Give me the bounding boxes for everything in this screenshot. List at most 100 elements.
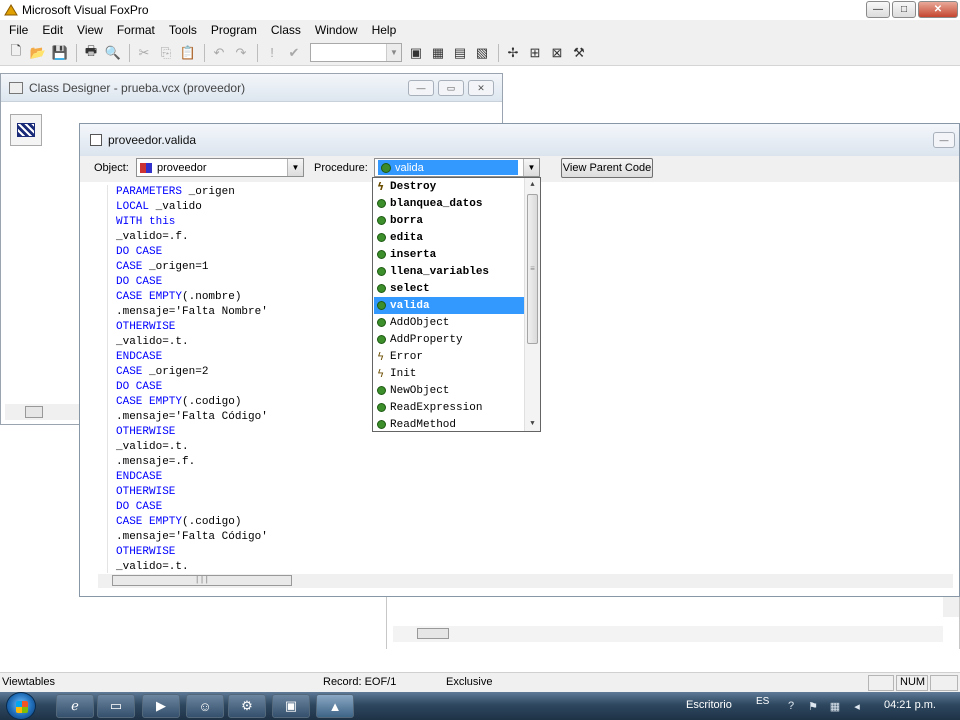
code-line[interactable]: LOCAL _valido bbox=[116, 200, 202, 215]
language-indicator[interactable]: ES bbox=[756, 696, 769, 707]
menu-format[interactable]: Format bbox=[110, 23, 162, 37]
chevron-down-icon[interactable]: ▼ bbox=[523, 159, 539, 176]
network-tool-icon[interactable]: ⚙ bbox=[228, 694, 266, 718]
code-line[interactable]: DO CASE bbox=[116, 380, 162, 395]
maximize-button[interactable]: ▭ bbox=[438, 80, 464, 96]
code-line[interactable]: CASE EMPTY(.nombre) bbox=[116, 290, 241, 305]
explorer-icon[interactable]: ▭ bbox=[97, 694, 135, 718]
print-icon[interactable]: 🖶 bbox=[81, 43, 101, 63]
code-line[interactable]: _valido=.f. bbox=[116, 230, 189, 245]
minimize-button[interactable]: — bbox=[408, 80, 434, 96]
start-button[interactable] bbox=[6, 692, 36, 720]
internet-explorer-icon[interactable]: ℯ bbox=[56, 694, 94, 718]
object-combo[interactable]: proveedor ▼ bbox=[136, 158, 304, 177]
dropdown-item[interactable]: valida bbox=[374, 297, 524, 314]
menu-help[interactable]: Help bbox=[365, 23, 404, 37]
scroll-thumb[interactable] bbox=[417, 628, 449, 639]
code-line[interactable]: CASE EMPTY(.codigo) bbox=[116, 395, 241, 410]
code-line[interactable]: ENDCASE bbox=[116, 470, 162, 485]
dropdown-item[interactable]: ϟ Error bbox=[374, 348, 524, 365]
undo-icon[interactable]: ↶ bbox=[209, 43, 229, 63]
desktop-label[interactable]: Escritorio bbox=[686, 699, 732, 711]
code-line[interactable]: DO CASE bbox=[116, 275, 162, 290]
procedure-combo[interactable]: valida ▼ bbox=[374, 158, 540, 177]
dropdown-item[interactable]: ReadMethod bbox=[374, 416, 524, 433]
clock[interactable]: 04:21 p.m. bbox=[884, 699, 936, 711]
media-player-icon[interactable]: ▶ bbox=[142, 694, 180, 718]
scroll-thumb[interactable]: ≡ bbox=[527, 194, 538, 344]
maximize-button[interactable]: □ bbox=[892, 1, 916, 18]
dropdown-item[interactable]: ReadExpression bbox=[374, 399, 524, 416]
volume-icon[interactable]: ◂ bbox=[850, 699, 864, 713]
close-button[interactable]: ✕ bbox=[468, 80, 494, 96]
menu-tools[interactable]: Tools bbox=[162, 23, 204, 37]
code-line[interactable]: _valido=.t. bbox=[116, 560, 189, 575]
view-parent-code-button[interactable]: View Parent Code bbox=[561, 158, 653, 178]
menu-edit[interactable]: Edit bbox=[35, 23, 70, 37]
code-window-icon[interactable]: ▧ bbox=[472, 43, 492, 63]
wizard-icon[interactable]: ⊠ bbox=[547, 43, 567, 63]
menu-class[interactable]: Class bbox=[264, 23, 308, 37]
scroll-thumb[interactable]: ||| bbox=[112, 575, 292, 586]
code-line[interactable]: .mensaje='Falta Código' bbox=[116, 530, 268, 545]
code-line[interactable]: PARAMETERS _origen bbox=[116, 185, 235, 200]
code-line[interactable]: _valido=.t. bbox=[116, 440, 189, 455]
class-designer-icon[interactable]: ▦ bbox=[428, 43, 448, 63]
menu-view[interactable]: View bbox=[70, 23, 110, 37]
form-layout-icon[interactable]: ⊞ bbox=[525, 43, 545, 63]
dropdown-item[interactable]: ϟ Destroy bbox=[374, 178, 524, 195]
cut-icon[interactable]: ✂ bbox=[134, 43, 154, 63]
redo-icon[interactable]: ↷ bbox=[231, 43, 251, 63]
flag-icon[interactable]: ⚑ bbox=[806, 699, 820, 713]
chevron-down-icon[interactable]: ▼ bbox=[386, 44, 401, 61]
dropdown-item[interactable]: borra bbox=[374, 212, 524, 229]
print-preview-icon[interactable]: 🔍 bbox=[103, 43, 123, 63]
code-line[interactable]: OTHERWISE bbox=[116, 320, 175, 335]
scroll-up-icon[interactable]: ▲ bbox=[525, 178, 540, 192]
minimize-button[interactable]: — bbox=[866, 1, 890, 18]
code-line[interactable]: OTHERWISE bbox=[116, 485, 175, 500]
code-line[interactable]: CASE _origen=2 bbox=[116, 365, 208, 380]
dropdown-item[interactable]: ϟ Init bbox=[374, 365, 524, 382]
code-line[interactable]: WITH this bbox=[116, 215, 175, 230]
procedure-dropdown-list[interactable]: ϟ Destroy blanquea_datos borra edita inserta l… bbox=[372, 177, 541, 432]
dropdown-scrollbar[interactable]: ▲ ≡ ▼ bbox=[524, 178, 540, 431]
help-icon[interactable]: ? bbox=[784, 699, 798, 713]
properties-icon[interactable]: ▤ bbox=[450, 43, 470, 63]
menu-file[interactable]: File bbox=[2, 23, 35, 37]
network-icon[interactable]: ▦ bbox=[828, 699, 842, 713]
tools-icon[interactable]: ⚒ bbox=[569, 43, 589, 63]
minimize-button[interactable]: — bbox=[933, 132, 955, 148]
save-icon[interactable]: 💾 bbox=[50, 43, 70, 63]
dropdown-item[interactable]: inserta bbox=[374, 246, 524, 263]
menu-window[interactable]: Window bbox=[308, 23, 365, 37]
code-horizontal-scrollbar[interactable]: ||| bbox=[98, 574, 953, 588]
console-icon[interactable]: ▣ bbox=[272, 694, 310, 718]
code-line[interactable]: OTHERWISE bbox=[116, 545, 175, 560]
code-line[interactable]: .mensaje='Falta Nombre' bbox=[116, 305, 268, 320]
data-session-icon[interactable]: ✢ bbox=[503, 43, 523, 63]
scroll-thumb[interactable] bbox=[25, 406, 43, 418]
class-container-object[interactable] bbox=[10, 114, 42, 146]
horizontal-scrollbar[interactable] bbox=[393, 626, 943, 642]
scroll-down-icon[interactable]: ▼ bbox=[525, 417, 540, 431]
code-line[interactable]: .mensaje='Falta Código' bbox=[116, 410, 268, 425]
messenger-icon[interactable]: ☺ bbox=[186, 694, 224, 718]
modify-icon[interactable]: ✔ bbox=[284, 43, 304, 63]
code-line[interactable]: DO CASE bbox=[116, 500, 162, 515]
paste-icon[interactable]: 📋 bbox=[178, 43, 198, 63]
chevron-down-icon[interactable]: ▼ bbox=[287, 159, 303, 176]
code-line[interactable]: CASE _origen=1 bbox=[116, 260, 208, 275]
code-line[interactable]: _valido=.t. bbox=[116, 335, 189, 350]
code-line[interactable]: OTHERWISE bbox=[116, 425, 175, 440]
close-button[interactable]: ✕ bbox=[918, 1, 958, 18]
copy-icon[interactable]: ⎘ bbox=[156, 43, 176, 63]
dropdown-item[interactable]: edita bbox=[374, 229, 524, 246]
visual-foxpro-icon[interactable]: ▲ bbox=[316, 694, 354, 718]
dropdown-item[interactable]: llena_variables bbox=[374, 263, 524, 280]
dropdown-item[interactable]: NewObject bbox=[374, 382, 524, 399]
code-line[interactable]: DO CASE bbox=[116, 245, 162, 260]
code-line[interactable]: CASE EMPTY(.codigo) bbox=[116, 515, 241, 530]
code-line[interactable]: ENDCASE bbox=[116, 350, 162, 365]
dropdown-item[interactable]: AddObject bbox=[374, 314, 524, 331]
